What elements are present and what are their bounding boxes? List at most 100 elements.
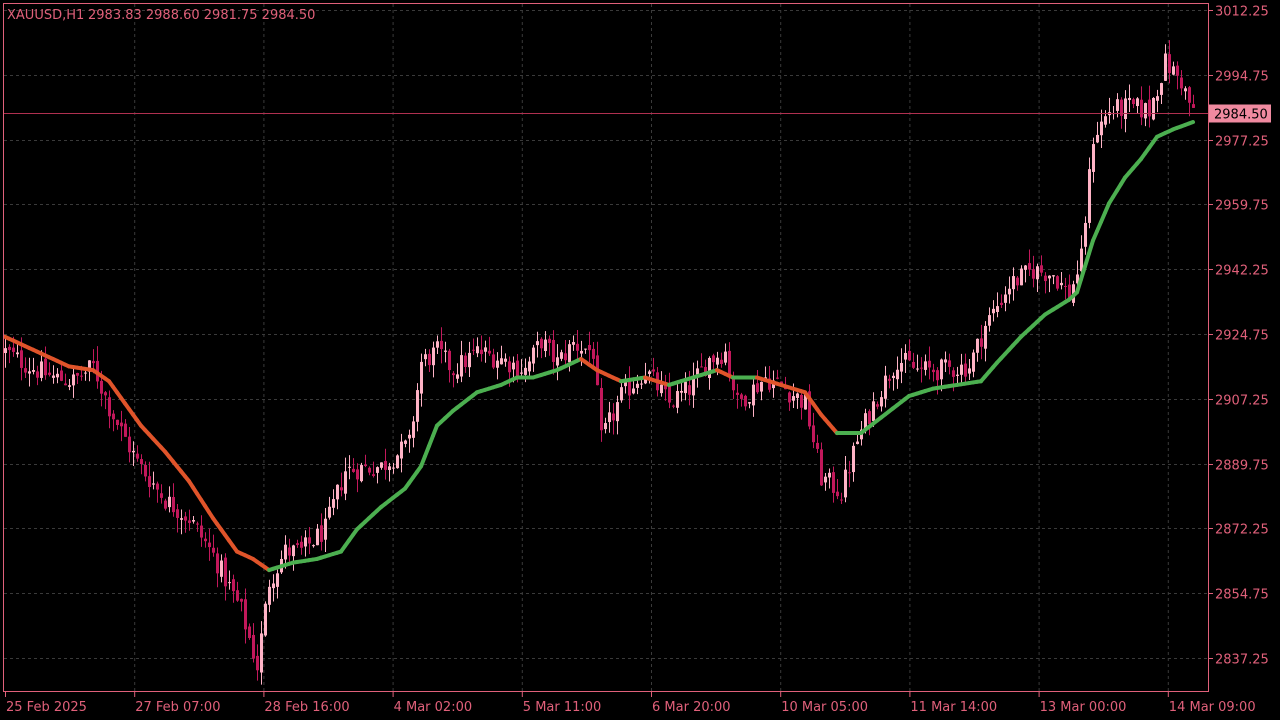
- candle-body: [120, 422, 123, 427]
- candle-body: [436, 341, 439, 348]
- candle-body: [848, 472, 851, 474]
- candle-body: [960, 364, 963, 375]
- candle-body: [640, 383, 643, 385]
- candle-body: [412, 421, 415, 438]
- candle-body: [72, 374, 75, 386]
- candle-body: [308, 537, 311, 544]
- candle-body: [832, 472, 835, 493]
- y-tick-label: 2889.75: [1215, 459, 1269, 474]
- candle-body: [616, 402, 619, 422]
- candle-body: [1008, 288, 1011, 295]
- candle-body: [996, 306, 999, 312]
- candle-body: [1088, 169, 1091, 223]
- y-tick-label: 2854.75: [1215, 588, 1269, 603]
- y-tick-label: 2959.75: [1215, 199, 1269, 214]
- candle-body: [528, 361, 531, 372]
- candle-body: [20, 350, 23, 368]
- candle-body: [580, 350, 583, 354]
- candle-body: [956, 374, 959, 376]
- candle-body: [1168, 54, 1171, 74]
- candle-body: [716, 357, 719, 365]
- price-chart[interactable]: 3012.25 2994.75 2977.25 2959.75 2942.25 2924.…: [0, 0, 1280, 720]
- candle-body: [888, 378, 891, 381]
- candle-body: [1164, 53, 1167, 81]
- candle-body: [408, 434, 411, 439]
- x-tick-label: 14 Mar 09:00: [1169, 700, 1256, 715]
- candle-body: [272, 583, 275, 589]
- candle-body: [444, 350, 447, 352]
- candle-body: [36, 371, 39, 378]
- candle-body: [1172, 66, 1175, 75]
- candle-body: [1052, 275, 1055, 277]
- x-tick-label: 4 Mar 02:00: [394, 700, 473, 715]
- candle-body: [740, 394, 743, 399]
- symbol-label: XAUUSD,H1: [7, 8, 84, 23]
- candle-body: [828, 472, 831, 478]
- candle-body: [1140, 99, 1143, 118]
- candle-body: [1152, 97, 1155, 120]
- candle-body: [232, 579, 235, 592]
- candle-body: [404, 440, 407, 444]
- candle-body: [60, 370, 63, 381]
- candle-body: [1020, 268, 1023, 286]
- candle-body: [876, 404, 879, 407]
- candle-body: [908, 350, 911, 361]
- candle-body: [1048, 275, 1051, 279]
- candle-body: [284, 544, 287, 560]
- candle-body: [532, 347, 535, 364]
- candle-body: [896, 369, 899, 380]
- candle-body: [320, 525, 323, 542]
- candle-body: [160, 493, 163, 498]
- chart-background: [0, 0, 1280, 720]
- candle-body: [132, 450, 135, 453]
- candle-body: [1096, 134, 1099, 143]
- candle-body: [12, 347, 15, 352]
- candle-body: [1084, 222, 1087, 247]
- candle-body: [508, 361, 511, 373]
- y-tick-label: 2837.25: [1215, 653, 1269, 668]
- candle-body: [324, 518, 327, 540]
- candle-body: [776, 377, 779, 379]
- candle-body: [940, 359, 943, 380]
- candle-body: [572, 342, 575, 345]
- candle-body: [836, 491, 839, 497]
- candle-body: [948, 360, 951, 367]
- candle-body: [812, 425, 815, 443]
- candle-body: [244, 599, 247, 630]
- candle-body: [520, 372, 523, 374]
- candle-body: [556, 357, 559, 366]
- candle-body: [112, 413, 115, 420]
- candle-body: [468, 352, 471, 368]
- candle-body: [1128, 97, 1131, 101]
- candle-body: [592, 348, 595, 359]
- candle-body: [148, 476, 151, 488]
- candle-body: [564, 353, 567, 361]
- candle-body: [844, 469, 847, 498]
- candle-body: [1024, 265, 1027, 270]
- candle-body: [252, 634, 255, 659]
- candle-body: [1056, 276, 1059, 289]
- candle-body: [824, 476, 827, 483]
- candle-body: [1092, 144, 1095, 172]
- candle-body: [312, 545, 315, 547]
- candle-body: [724, 351, 727, 363]
- candle-body: [660, 384, 663, 394]
- candle-body: [904, 352, 907, 360]
- candle-body: [288, 547, 291, 556]
- candle-body: [968, 368, 971, 374]
- candle-body: [428, 353, 431, 366]
- candle-body: [40, 361, 43, 378]
- candle-body: [360, 465, 363, 482]
- candle-body: [632, 388, 635, 394]
- candle-body: [196, 523, 199, 525]
- candle-body: [952, 370, 955, 377]
- candle-body: [1184, 88, 1187, 92]
- candle-body: [1156, 96, 1159, 101]
- candle-body: [976, 338, 979, 353]
- candle-body: [304, 537, 307, 547]
- candle-body: [368, 467, 371, 473]
- candle-body: [668, 385, 671, 403]
- x-tick-label: 11 Mar 14:00: [910, 700, 997, 715]
- candle-body: [224, 557, 227, 587]
- candle-body: [1124, 98, 1127, 120]
